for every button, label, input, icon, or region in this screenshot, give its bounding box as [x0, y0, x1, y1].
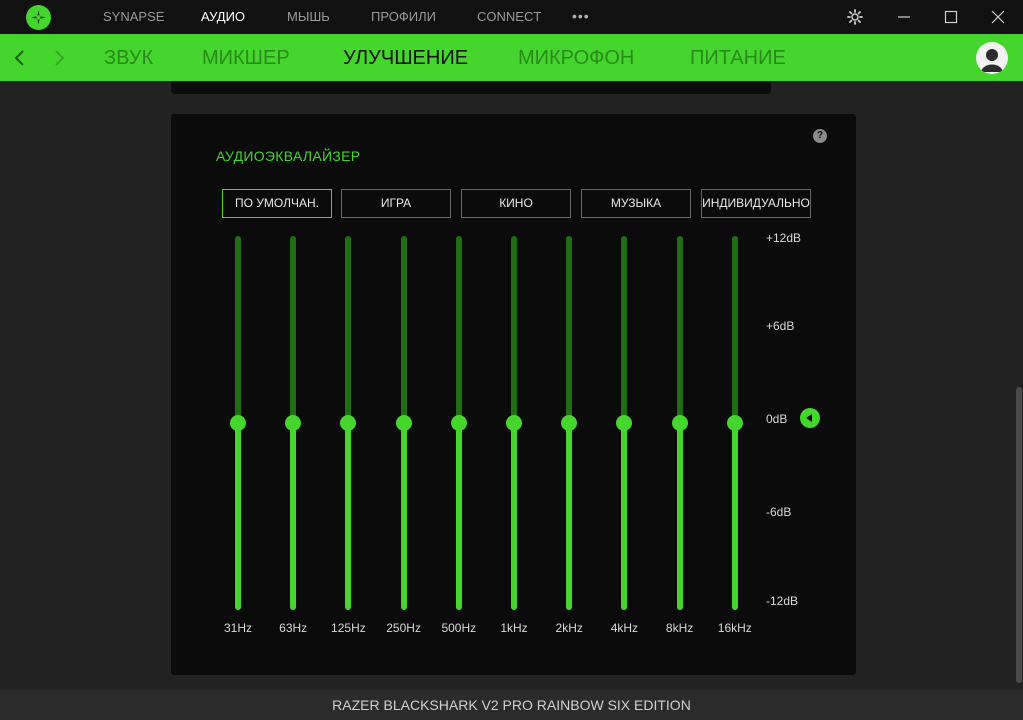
audio-subnav: ЗВУК МИКШЕР УЛУЧШЕНИЕ МИКРОФОН ПИТАНИЕ	[0, 34, 1023, 81]
eq-freq-label: 250Hz	[386, 621, 421, 635]
eq-knob-63Hz[interactable]	[285, 415, 302, 431]
app-window: SYNAPSE АУДИО МЫШЬ ПРОФИЛИ CONNECT ••• З…	[0, 0, 1023, 720]
eq-fill-8kHz	[676, 423, 683, 610]
eq-knob-16kHz[interactable]	[726, 415, 743, 431]
eq-fill-2kHz	[566, 423, 573, 610]
eq-fill-500Hz	[455, 423, 462, 610]
page-scrollbar[interactable]	[1016, 387, 1022, 683]
eq-freq-label: 8kHz	[665, 621, 694, 635]
eq-freq-label: 1kHz	[500, 621, 528, 635]
eq-fill-4kHz	[621, 423, 628, 610]
db-label-minus12: -12dB	[766, 594, 799, 608]
eq-fill-16kHz	[731, 423, 738, 610]
maximize-icon[interactable]	[942, 8, 960, 26]
eq-freq-label: 31Hz	[223, 621, 252, 635]
eq-freq-label: 4kHz	[610, 621, 639, 635]
tab-mixer[interactable]: МИКШЕР	[202, 34, 290, 81]
eq-freq-label: 125Hz	[331, 621, 366, 635]
tab-enhancement[interactable]: УЛУЧШЕНИЕ	[343, 34, 468, 81]
close-icon[interactable]	[989, 8, 1007, 26]
eq-knob-4kHz[interactable]	[616, 415, 633, 431]
db-label-minus6: -6dB	[766, 505, 792, 519]
eq-knob-31Hz[interactable]	[230, 415, 246, 431]
topnav-audio[interactable]: АУДИО	[201, 0, 245, 34]
eq-knob-125Hz[interactable]	[340, 415, 357, 431]
eq-knob-8kHz[interactable]	[671, 415, 688, 431]
eq-knob-250Hz[interactable]	[395, 415, 412, 431]
zero-db-marker-icon[interactable]	[800, 408, 820, 428]
eq-fill-125Hz	[345, 423, 352, 610]
previous-settings-card	[171, 81, 771, 94]
preset-movie-button[interactable]: КИНО	[461, 189, 571, 218]
db-label-plus12: +12dB	[766, 231, 802, 245]
minimize-icon[interactable]	[895, 8, 913, 26]
eq-freq-label: 500Hz	[441, 621, 477, 635]
topnav-synapse[interactable]: SYNAPSE	[103, 0, 164, 34]
topnav-connect[interactable]: CONNECT	[477, 0, 541, 34]
topnav-mouse[interactable]: МЫШЬ	[287, 0, 330, 34]
help-icon[interactable]: ?	[813, 129, 827, 143]
eq-knob-500Hz[interactable]	[450, 415, 467, 431]
eq-freq-label: 16kHz	[717, 621, 752, 635]
equalizer-card: ? АУДИОЭКВАЛАЙЗЕР ПО УМОЛЧАН. ИГРА КИНО …	[171, 114, 856, 675]
topnav-profiles[interactable]: ПРОФИЛИ	[371, 0, 436, 34]
eq-fill-31Hz	[235, 423, 241, 610]
preset-default-button[interactable]: ПО УМОЛЧАН.	[222, 189, 332, 218]
eq-knob-1kHz[interactable]	[506, 415, 522, 431]
eq-fill-63Hz	[290, 423, 297, 610]
title-bar: SYNAPSE АУДИО МЫШЬ ПРОФИЛИ CONNECT •••	[0, 0, 1023, 34]
preset-music-button[interactable]: МУЗЫКА	[581, 189, 691, 218]
eq-freq-label: 2kHz	[555, 621, 583, 635]
eq-knob-2kHz[interactable]	[561, 415, 578, 431]
db-label-plus6: +6dB	[766, 319, 795, 333]
preset-game-button[interactable]: ИГРА	[341, 189, 451, 218]
eq-freq-label: 63Hz	[279, 621, 308, 635]
eq-fill-1kHz	[511, 423, 517, 610]
razer-logo-icon[interactable]	[26, 5, 51, 30]
tab-sound[interactable]: ЗВУК	[104, 34, 153, 81]
tab-microphone[interactable]: МИКРОФОН	[518, 34, 634, 81]
equalizer-title: АУДИОЭКВАЛАЙЗЕР	[216, 148, 361, 164]
forward-arrow-icon[interactable]	[52, 48, 66, 68]
tab-power[interactable]: ПИТАНИЕ	[690, 34, 786, 81]
db-label-zero: 0dB	[766, 412, 788, 426]
eq-fill-250Hz	[400, 423, 407, 610]
preset-custom-button[interactable]: ИНДИВИДУАЛЬНО	[701, 189, 811, 218]
user-avatar-icon[interactable]	[976, 42, 1008, 74]
settings-gear-icon[interactable]	[846, 8, 864, 26]
more-menu-button[interactable]: •••	[572, 0, 590, 34]
back-arrow-icon[interactable]	[13, 48, 27, 68]
device-name-footer: RAZER BLACKSHARK V2 PRO RAINBOW SIX EDIT…	[0, 690, 1023, 720]
